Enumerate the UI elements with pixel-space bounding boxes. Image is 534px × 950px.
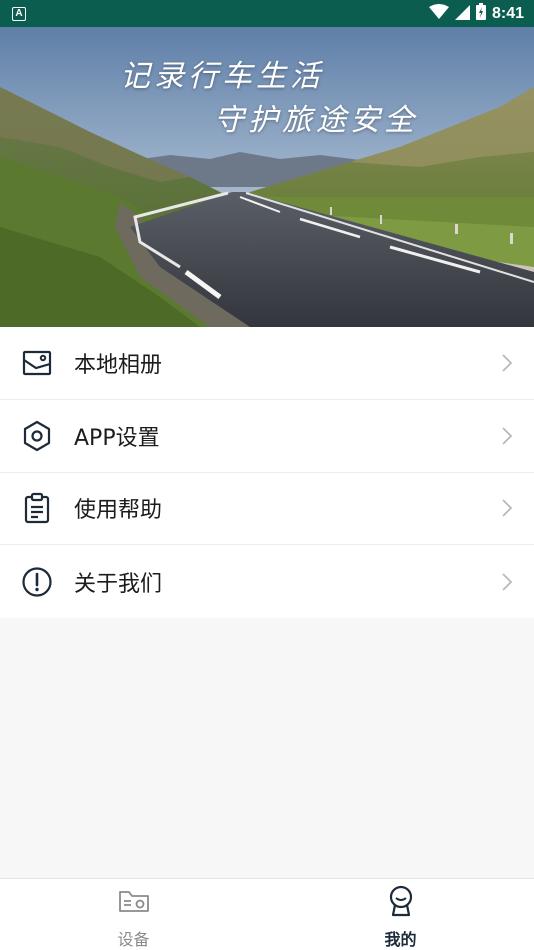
menu-label-help: 使用帮助: [74, 498, 163, 524]
clipboard-help-icon: [20, 491, 54, 525]
chevron-right-icon: [502, 354, 513, 372]
menu-item-about-us[interactable]: 关于我们: [0, 545, 534, 618]
notification-badge: A: [12, 6, 26, 21]
menu-label-local-album: 本地相册: [74, 352, 163, 378]
battery-icon: [475, 3, 486, 24]
settings-menu: 本地相册 APP设置 使用帮助 关于我们: [0, 327, 534, 618]
hero-banner: 记录行车生活 守护旅途安全: [0, 27, 534, 327]
tab-mine-label: 我的: [384, 930, 417, 949]
chevron-right-icon: [502, 426, 513, 445]
settings-hexagon-icon: [20, 419, 54, 453]
wifi-icon: [428, 3, 449, 24]
status-left: A: [12, 6, 26, 21]
menu-item-help[interactable]: 使用帮助: [0, 473, 534, 546]
tab-mine[interactable]: 我的: [267, 879, 534, 950]
info-circle-icon: [20, 565, 54, 599]
hero-slogan-line1: 记录行车生活: [120, 59, 324, 94]
bottom-tab-bar: 设备 我的: [0, 878, 534, 950]
menu-label-app-settings: APP设置: [74, 425, 160, 451]
chevron-right-icon: [502, 499, 513, 518]
device-icon: [117, 885, 151, 917]
status-time: 8:41: [491, 4, 524, 22]
hero-slogan-line2: 守护旅途安全: [214, 103, 418, 138]
menu-item-local-album[interactable]: 本地相册: [0, 327, 534, 400]
menu-item-app-settings[interactable]: APP设置: [0, 400, 534, 473]
tab-device-label: 设备: [117, 930, 150, 949]
profile-icon: [384, 885, 418, 917]
photo-album-icon: [20, 346, 54, 380]
status-bar: A 8:41: [0, 0, 534, 27]
chevron-right-icon: [502, 572, 513, 591]
signal-icon: [454, 4, 470, 24]
tab-device[interactable]: 设备: [0, 879, 267, 950]
menu-label-about-us: 关于我们: [74, 571, 163, 597]
status-right: 8:41: [428, 3, 524, 24]
